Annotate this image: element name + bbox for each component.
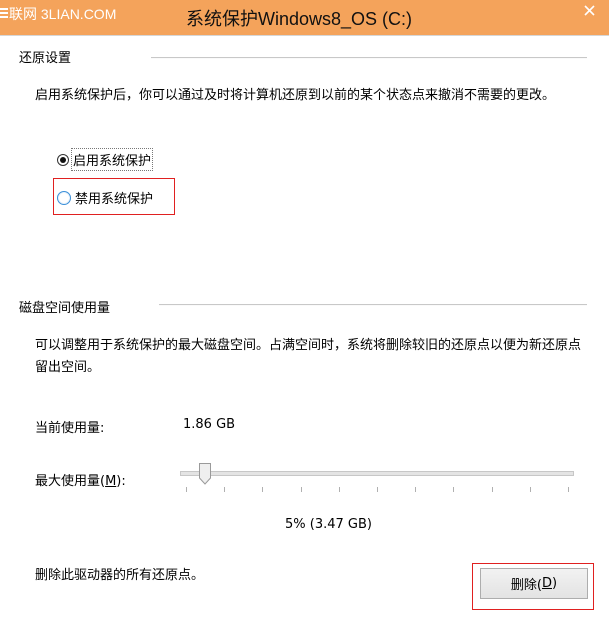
- max-usage-label-mnemonic: M: [105, 474, 117, 489]
- max-usage-slider-thumb[interactable]: [199, 463, 211, 485]
- restore-settings-divider: [151, 57, 587, 59]
- slider-tick: [186, 487, 187, 492]
- slider-tick: [530, 487, 531, 492]
- close-button[interactable]: [570, 0, 609, 22]
- dialog-content: 还原设置 启用系统保护后，你可以通过及时将计算机还原到以前的某个状态点来撤消不需…: [0, 35, 609, 619]
- slider-tick: [339, 487, 340, 492]
- disk-usage-heading: 磁盘空间使用量: [19, 301, 111, 316]
- radio-button-unchecked[interactable]: [57, 190, 71, 205]
- slider-tick: [301, 487, 302, 492]
- disk-usage-description: 可以调整用于系统保护的最大磁盘空间。占满空间时，系统将删除较旧的还原点以便为新还…: [35, 338, 582, 375]
- delete-button-suffix: ): [552, 576, 558, 591]
- slider-tick: [453, 487, 454, 492]
- max-usage-label: 最大使用量(M):: [35, 470, 126, 489]
- slider-tick: [262, 487, 263, 492]
- close-icon: [584, 5, 595, 16]
- delete-button[interactable]: 删除(D): [480, 568, 588, 599]
- disk-usage-divider: [159, 304, 587, 306]
- slider-tick: [492, 487, 493, 492]
- title-bar[interactable]: 联网 3LIAN.COM 系统保护Windows8_OS (C:): [0, 0, 609, 35]
- current-usage-label: 当前使用量:: [35, 421, 105, 436]
- watermark: 联网 3LIAN.COM: [0, 4, 116, 24]
- slider-tick: [415, 487, 416, 492]
- radio-disable-protection[interactable]: 禁用系统保护: [57, 188, 153, 207]
- restore-settings-heading: 还原设置: [19, 51, 72, 66]
- radio-label-enable: 启用系统保护: [70, 148, 154, 171]
- slider-thumb-icon: [199, 463, 211, 485]
- delete-button-prefix: 删除(: [510, 578, 542, 593]
- max-usage-slider-track[interactable]: [180, 471, 574, 476]
- radio-enable-protection[interactable]: 启用系统保护: [57, 148, 154, 171]
- watermark-logo-icon: [0, 8, 8, 20]
- slider-tick: [568, 487, 569, 492]
- slider-tick: [377, 487, 378, 492]
- system-protection-window: 联网 3LIAN.COM 系统保护Windows8_OS (C:) 还原设置 启…: [0, 0, 609, 619]
- delete-button-mnemonic: D: [541, 576, 552, 591]
- radio-button-checked[interactable]: [57, 153, 69, 166]
- current-usage-value: 1.86 GB: [183, 417, 236, 432]
- delete-description: 删除此驱动器的所有还原点。: [35, 568, 205, 583]
- max-usage-label-prefix: 最大使用量(: [35, 474, 106, 489]
- window-title: 系统保护Windows8_OS (C:): [186, 9, 413, 29]
- watermark-text: 联网 3LIAN.COM: [9, 6, 117, 22]
- restore-settings-description: 启用系统保护后，你可以通过及时将计算机还原到以前的某个状态点来撤消不需要的更改。: [35, 88, 556, 103]
- slider-tick: [224, 487, 225, 492]
- slider-readout: 5% (3.47 GB): [285, 517, 372, 532]
- max-usage-label-suffix: ):: [116, 474, 126, 489]
- radio-label-disable: 禁用系统保护: [75, 192, 154, 207]
